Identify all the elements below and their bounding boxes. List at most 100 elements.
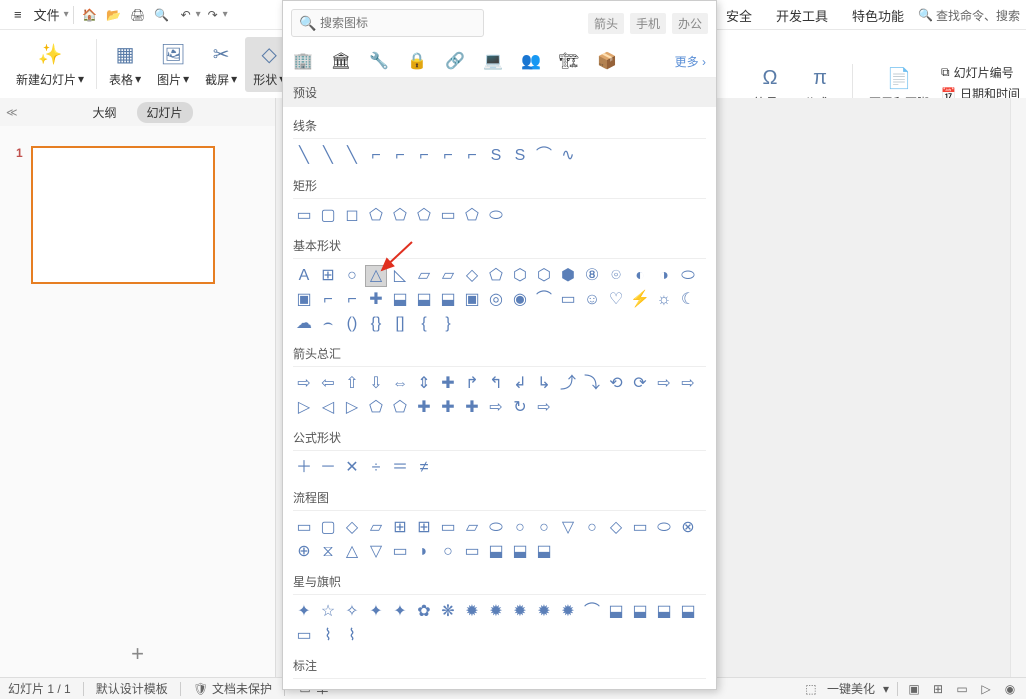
doc-protect[interactable]: 🛡 文档未保护 [193,680,272,697]
shape-option[interactable]: ↻ [509,397,531,419]
shape-option[interactable]: ✹ [461,601,483,623]
shape-option[interactable]: ⬠ [365,397,387,419]
preset-icon[interactable]: 🏛 [331,51,351,71]
shape-option[interactable]: ↳ [533,373,555,395]
slide-thumbnail[interactable] [31,146,215,284]
shape-option[interactable]: ☾ [677,289,699,311]
shape-option[interactable]: ✦ [365,601,387,623]
shape-option[interactable]: ◇ [341,517,363,539]
preset-icon[interactable]: 🔧 [369,51,389,71]
shape-option[interactable]: ⌐ [341,289,363,311]
shape-option[interactable]: ⌾ [605,265,627,287]
shape-option[interactable]: ⬡ [509,265,531,287]
shape-option[interactable]: ⬓ [389,289,411,311]
tab-safety[interactable]: 安全 [716,6,762,25]
shape-option[interactable]: ⌒ [533,289,555,311]
shape-option[interactable]: ◺ [389,265,411,287]
shape-option[interactable]: ⬠ [461,205,483,227]
search-command[interactable]: 🔍 查找命令、搜索 [918,7,1020,24]
shape-option[interactable]: ↲ [509,373,531,395]
shape-option[interactable]: ⬢ [557,265,579,287]
shape-option[interactable]: ▭ [629,517,651,539]
view-extra-icon[interactable]: ◉ [1002,681,1018,697]
tag-arrow[interactable]: 箭头 [588,13,624,34]
shape-option[interactable]: ⇨ [677,373,699,395]
shape-option[interactable]: ▭ [437,517,459,539]
shape-option[interactable]: ▬ [485,685,507,689]
shape-option[interactable]: ⌇ [341,625,363,647]
open-icon[interactable]: 📂 [102,3,126,27]
shape-option[interactable]: ▭ [293,625,315,647]
shape-option[interactable]: } [437,313,459,335]
shape-option[interactable]: ○ [437,541,459,563]
more-icons-link[interactable]: 更多 › [675,53,706,70]
shape-option[interactable]: ▽ [557,517,579,539]
shape-option[interactable]: () [341,313,363,335]
beautify-button[interactable]: 一键美化 [827,680,875,697]
shape-option[interactable]: ⬭ [677,265,699,287]
shape-option[interactable]: ▬ [605,685,627,689]
shape-option[interactable]: ↰ [485,373,507,395]
shape-option[interactable]: ⇔ [389,373,411,395]
tag-phone[interactable]: 手机 [630,13,666,34]
shape-option[interactable]: ○ [341,265,363,287]
preset-icon[interactable]: 🔒 [407,51,427,71]
shape-option[interactable]: ◎ [485,289,507,311]
shape-option[interactable]: ✚ [365,289,387,311]
shape-option[interactable]: ⟲ [605,373,627,395]
shape-option[interactable]: ✧ [341,601,363,623]
print-icon[interactable]: 🖨 [126,3,150,27]
shape-option[interactable]: ✚ [413,397,435,419]
shape-option[interactable]: ⤴ [557,373,579,395]
shape-option[interactable]: ☼ [653,289,675,311]
shape-option[interactable]: ▬ [557,685,579,689]
shape-option[interactable]: ☆ [317,601,339,623]
shape-option[interactable]: {} [365,313,387,335]
shape-option[interactable]: ⌇ [317,625,339,647]
preset-icon[interactable]: 🏗 [559,51,579,71]
shape-option[interactable]: ▭ [389,541,411,563]
shape-option[interactable]: ⇨ [653,373,675,395]
shape-option[interactable]: ⧖ [317,541,339,563]
shape-option[interactable]: ▬ [629,685,651,689]
shape-option[interactable]: ✚ [437,397,459,419]
shape-option[interactable]: ✹ [485,601,507,623]
vertical-scrollbar[interactable] [1010,98,1026,677]
shape-option[interactable]: ⌐ [437,145,459,167]
shape-option[interactable]: ❋ [437,601,459,623]
shape-option[interactable]: ⬠ [389,205,411,227]
shape-option[interactable]: ✹ [533,601,555,623]
shape-option[interactable]: ⬠ [413,205,435,227]
shape-option[interactable]: ▭ [557,289,579,311]
shape-option[interactable]: ÷ [365,457,387,479]
view-sorter-icon[interactable]: ⊞ [930,681,946,697]
cube-icon[interactable]: ⬚ [803,681,819,697]
shape-option[interactable]: ╲ [341,145,363,167]
preset-icon[interactable]: 💻 [483,51,503,71]
shape-option[interactable]: △ [365,265,387,287]
shape-option[interactable]: ▭ [293,517,315,539]
shape-option[interactable]: ◁ [317,397,339,419]
shape-option[interactable]: ⬓ [413,289,435,311]
shape-option[interactable]: ▢ [317,517,339,539]
shape-option[interactable]: ✦ [389,601,411,623]
shape-option[interactable]: ▣ [461,289,483,311]
shape-option[interactable]: ✚ [461,397,483,419]
shape-option[interactable]: ▬ [533,685,555,689]
shape-option[interactable]: ⌐ [389,145,411,167]
slide-number-button[interactable]: ⧉幻灯片编号 [941,64,1020,81]
shape-option[interactable]: ⇨ [533,397,555,419]
shape-option[interactable]: ⇕ [413,373,435,395]
shape-option[interactable]: ▱ [365,517,387,539]
shape-option[interactable]: [] [389,313,411,335]
preset-icon[interactable]: 📦 [597,51,617,71]
view-normal-icon[interactable]: ▣ [906,681,922,697]
shape-option[interactable]: ⊗ [677,517,699,539]
shape-option[interactable]: ⬓ [437,289,459,311]
redo-icon[interactable]: ↷ [201,3,225,27]
shape-option[interactable]: ○ [581,517,603,539]
shape-option[interactable]: ⬡ [533,265,555,287]
shape-option[interactable]: ▭ [365,685,387,689]
shape-option[interactable]: ◇ [605,517,627,539]
shape-option[interactable]: ▬ [653,685,675,689]
